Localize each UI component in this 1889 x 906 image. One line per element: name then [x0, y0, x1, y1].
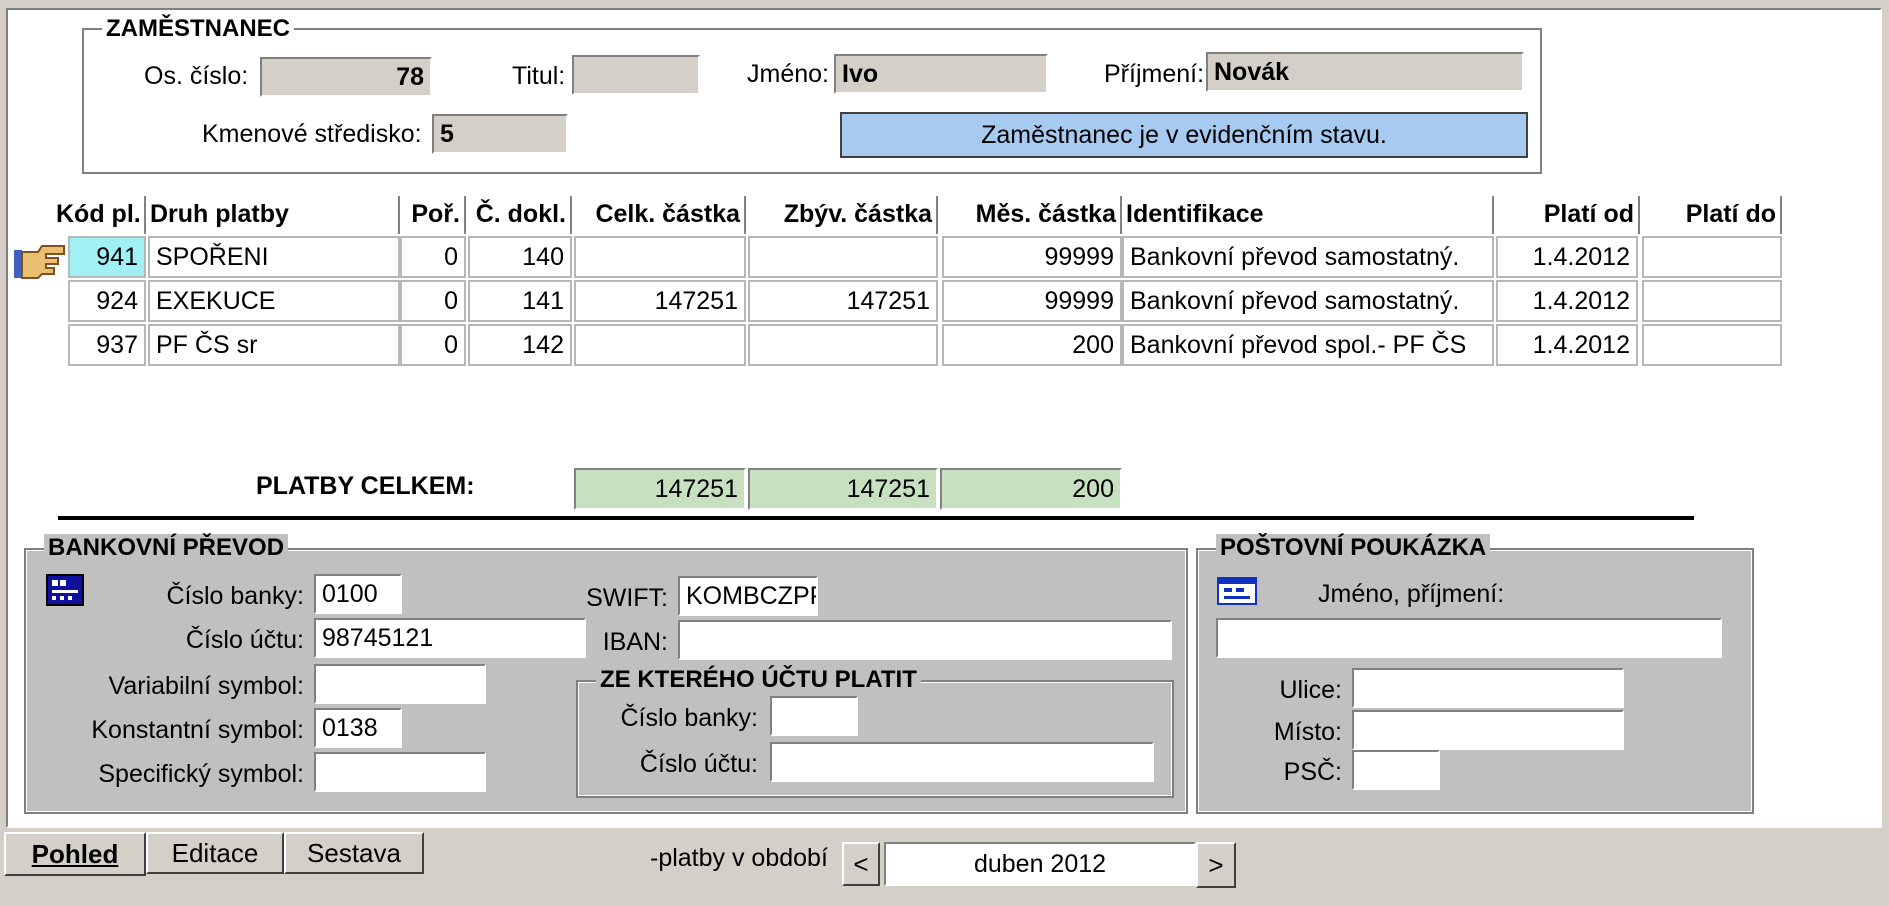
postal-group-title: POŠTOVNÍ POUKÁZKA — [1216, 534, 1491, 562]
separator-line — [58, 516, 1694, 520]
cell-druh[interactable]: PF ČS sr — [148, 324, 400, 366]
titul-field[interactable] — [572, 55, 700, 95]
os-cislo-label: Os. číslo: — [144, 62, 249, 90]
cell-dokl[interactable]: 140 — [468, 236, 572, 278]
employee-status-bar: Zaměstnanec je v evidenčním stavu. — [840, 112, 1528, 158]
header-mes[interactable]: Měs. částka — [938, 196, 1122, 234]
konstantni-symbol-field[interactable]: 0138 — [314, 708, 402, 748]
jmeno-field[interactable]: Ivo — [834, 54, 1048, 94]
os-cislo-field[interactable]: 78 — [260, 57, 432, 97]
cell-mes[interactable]: 99999 — [942, 280, 1122, 322]
header-identifikace[interactable]: Identifikace — [1122, 196, 1494, 234]
tab-pohled-label: Pohled — [31, 839, 119, 869]
cell-por[interactable]: 0 — [400, 324, 466, 366]
stredisko-field[interactable]: 5 — [432, 114, 568, 154]
header-por[interactable]: Poř. — [400, 196, 466, 234]
bank-cislo-banky-label: Číslo banky: — [166, 582, 304, 610]
from-account-group-title: ZE KTERÉHO ÚČTU PLATIT — [596, 666, 921, 694]
prijmeni-label: Příjmení: — [1104, 60, 1205, 88]
jmeno-label: Jméno: — [747, 60, 829, 88]
from-cislo-banky-label: Číslo banky: — [620, 704, 758, 732]
header-zbyv[interactable]: Zbýv. částka — [746, 196, 938, 234]
tab-pohled[interactable]: Pohled — [4, 832, 146, 876]
tab-editace[interactable]: Editace — [146, 832, 284, 874]
period-label: -platby v období — [650, 844, 828, 872]
totals-label: PLATBY CELKEM: — [256, 472, 475, 500]
header-celk[interactable]: Celk. částka — [572, 196, 746, 234]
bank-cislo-uctu-label: Číslo účtu: — [185, 626, 304, 654]
cell-celk[interactable] — [574, 324, 746, 366]
kb-bank-icon — [46, 574, 84, 606]
period-next-button[interactable]: > — [1196, 842, 1236, 888]
cell-por[interactable]: 0 — [400, 236, 466, 278]
from-cislo-uctu-field[interactable] — [770, 742, 1154, 782]
variabilni-symbol-field[interactable] — [314, 664, 486, 704]
tab-sestava[interactable]: Sestava — [284, 832, 424, 874]
cell-por[interactable]: 0 — [400, 280, 466, 322]
prijmeni-field[interactable]: Novák — [1206, 52, 1524, 92]
cell-identifikace[interactable]: Bankovní převod samostatný. — [1122, 280, 1494, 322]
bank-cislo-banky-field[interactable]: 0100 — [314, 574, 402, 614]
employee-group-title: ZAMĚSTNANEC — [102, 15, 294, 43]
totals-mes: 200 — [940, 468, 1122, 510]
titul-label: Titul: — [512, 62, 566, 90]
postal-jmeno-label: Jméno, příjmení: — [1318, 580, 1505, 608]
totals-celk: 147251 — [574, 468, 746, 510]
postal-order-icon — [1216, 574, 1260, 608]
cell-dokl[interactable]: 141 — [468, 280, 572, 322]
swift-label: SWIFT: — [586, 584, 668, 612]
postal-misto-label: Místo: — [1273, 718, 1342, 746]
cell-celk[interactable] — [574, 236, 746, 278]
cell-zbyv[interactable] — [748, 236, 938, 278]
swift-field[interactable]: KOMBCZPP — [678, 576, 818, 616]
cell-plati-od[interactable]: 1.4.2012 — [1496, 280, 1638, 322]
cell-plati-do[interactable] — [1642, 280, 1782, 322]
from-cislo-banky-field[interactable] — [770, 696, 858, 736]
header-dokl[interactable]: Č. dokl. — [466, 196, 572, 234]
konstantni-symbol-label: Konstantní symbol: — [91, 716, 304, 744]
cell-plati-od[interactable]: 1.4.2012 — [1496, 324, 1638, 366]
postal-ulice-label: Ulice: — [1279, 676, 1342, 704]
specificky-symbol-label: Specifický symbol: — [98, 760, 304, 788]
period-field[interactable]: duben 2012 — [884, 842, 1196, 886]
postal-jmeno-field[interactable] — [1216, 618, 1722, 658]
totals-zbyv: 147251 — [748, 468, 938, 510]
cell-identifikace[interactable]: Bankovní převod samostatný. — [1122, 236, 1494, 278]
tab-sestava-label: Sestava — [307, 838, 401, 868]
cell-kod[interactable]: 924 — [68, 280, 146, 322]
iban-label: IBAN: — [602, 628, 668, 656]
header-plati-od[interactable]: Platí od — [1494, 196, 1640, 234]
postal-psc-field[interactable] — [1352, 750, 1440, 790]
cell-identifikace[interactable]: Bankovní převod spol.- PF ČS — [1122, 324, 1494, 366]
iban-field[interactable] — [678, 620, 1172, 660]
pointing-hand-icon — [12, 242, 68, 282]
cell-celk[interactable]: 147251 — [574, 280, 746, 322]
cell-druh[interactable]: SPOŘENI — [148, 236, 400, 278]
postal-psc-label: PSČ: — [1283, 758, 1342, 786]
header-plati-do[interactable]: Platí do — [1640, 196, 1782, 234]
cell-plati-od[interactable]: 1.4.2012 — [1496, 236, 1638, 278]
cell-mes[interactable]: 99999 — [942, 236, 1122, 278]
bank-cislo-uctu-field[interactable]: 98745121 — [314, 618, 586, 658]
cell-mes[interactable]: 200 — [942, 324, 1122, 366]
cell-kod[interactable]: 937 — [68, 324, 146, 366]
postal-ulice-field[interactable] — [1352, 668, 1624, 708]
postal-misto-field[interactable] — [1352, 710, 1624, 750]
header-kod[interactable]: Kód pl. — [52, 196, 146, 234]
cell-dokl[interactable]: 142 — [468, 324, 572, 366]
cell-zbyv[interactable] — [748, 324, 938, 366]
cell-plati-do[interactable] — [1642, 324, 1782, 366]
stredisko-label: Kmenové středisko: — [202, 120, 422, 148]
header-druh[interactable]: Druh platby — [146, 196, 400, 234]
cell-kod[interactable]: 941 — [68, 236, 146, 278]
from-cislo-uctu-label: Číslo účtu: — [639, 750, 758, 778]
cell-zbyv[interactable]: 147251 — [748, 280, 938, 322]
cell-druh[interactable]: EXEKUCE — [148, 280, 400, 322]
cell-plati-do[interactable] — [1642, 236, 1782, 278]
bank-group-title: BANKOVNÍ PŘEVOD — [44, 534, 289, 562]
variabilni-symbol-label: Variabilní symbol: — [108, 672, 304, 700]
tab-editace-label: Editace — [171, 838, 259, 868]
specificky-symbol-field[interactable] — [314, 752, 486, 792]
period-prev-button[interactable]: < — [842, 842, 880, 886]
